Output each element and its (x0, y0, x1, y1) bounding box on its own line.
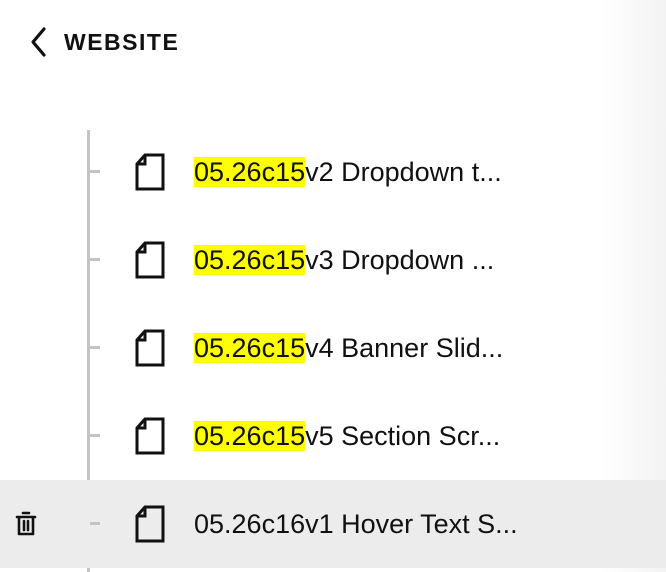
back-button[interactable]: WEBSITE (28, 24, 179, 60)
search-highlight: 05.26c15 (194, 333, 306, 363)
tree-tick (90, 346, 100, 349)
page-title[interactable]: 05.26c15v4 Banner Slid... (194, 326, 503, 370)
page-icon (135, 153, 165, 191)
page-title[interactable]: 05.26c15v3 Dropdown ... (194, 238, 494, 282)
tree-tick (90, 258, 100, 261)
page-icon (135, 329, 165, 367)
search-highlight: 05.26c15 (194, 245, 306, 275)
search-highlight: 05.26c15 (194, 157, 306, 187)
page-title-rest: 05.26c16v1 Hover Text S... (194, 509, 518, 539)
page-title[interactable]: 05.26c15v5 Section Scr... (194, 414, 500, 458)
page-item[interactable]: 05.26c15v2 Dropdown t... (0, 128, 666, 216)
page-title-rest: v3 Dropdown ... (305, 245, 495, 275)
tree-tick (90, 522, 100, 525)
navigation-panel: WEBSITE 05.26c15v2 Dropdown t... 05.26c1… (0, 0, 666, 572)
page-title-rest: v4 Banner Slid... (305, 333, 504, 363)
page-icon (135, 505, 165, 543)
back-label[interactable]: WEBSITE (64, 29, 179, 56)
page-item[interactable]: 05.26c15v4 Banner Slid... (0, 304, 666, 392)
page-item[interactable]: 05.26c15v5 Section Scr... (0, 392, 666, 480)
page-title-rest: v2 Dropdown t... (305, 157, 502, 187)
page-title[interactable]: 05.26c15v2 Dropdown t... (194, 150, 502, 194)
trash-icon[interactable] (14, 511, 38, 537)
page-icon (135, 241, 165, 279)
tree-tick (90, 170, 100, 173)
page-item-selected[interactable]: 05.26c16v1 Hover Text S... (0, 480, 666, 568)
page-title-rest: v5 Section Scr... (305, 421, 501, 451)
search-highlight: 05.26c15 (194, 421, 306, 451)
chevron-left-icon[interactable] (28, 26, 50, 58)
page-item[interactable]: 05.26c15v3 Dropdown ... (0, 216, 666, 304)
page-icon (135, 417, 165, 455)
page-title[interactable]: 05.26c16v1 Hover Text S... (194, 502, 518, 546)
tree-tick (90, 434, 100, 437)
